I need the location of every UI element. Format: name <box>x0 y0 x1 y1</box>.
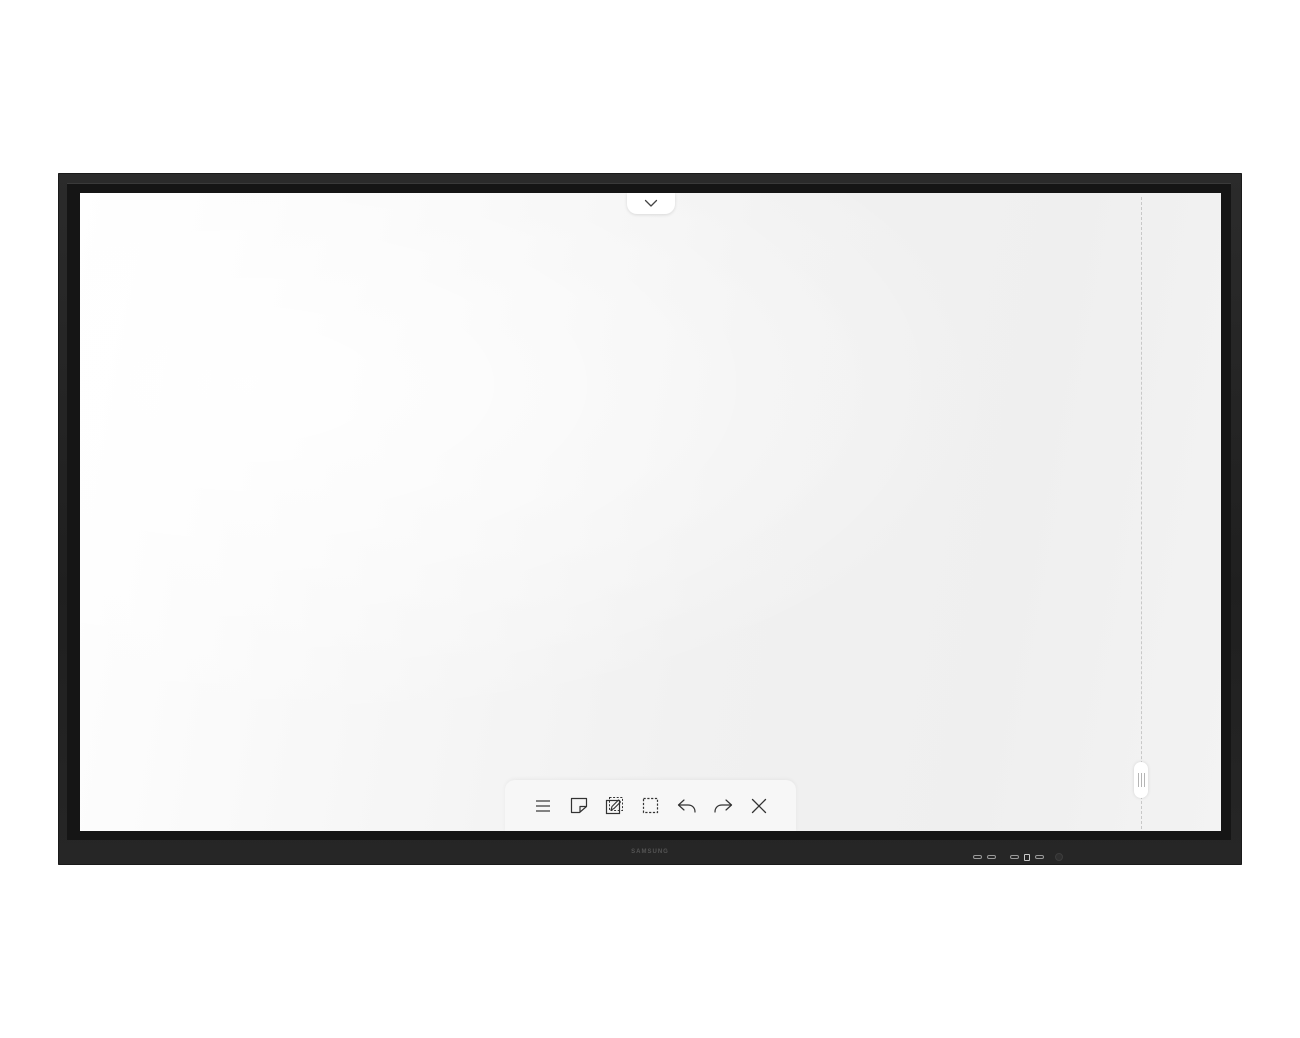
hardware-button[interactable] <box>973 855 982 859</box>
edit-page-icon <box>605 796 624 815</box>
close-icon <box>751 798 767 814</box>
bottom-toolbar <box>505 780 796 831</box>
grip-line <box>1140 773 1142 787</box>
side-panel-handle[interactable] <box>1134 762 1148 798</box>
close-button[interactable] <box>749 796 768 815</box>
undo-icon <box>677 798 697 814</box>
ambient-sensor <box>1055 853 1063 861</box>
sticky-note-icon <box>570 797 588 814</box>
grip-line <box>1137 773 1139 787</box>
redo-icon <box>713 798 733 814</box>
select-area-button[interactable] <box>641 796 660 815</box>
stage: SAMSUNG <box>0 0 1300 1038</box>
power-button[interactable] <box>1024 853 1030 861</box>
top-panel-toggle-button[interactable] <box>627 193 675 214</box>
redo-button[interactable] <box>713 796 732 815</box>
hardware-button[interactable] <box>987 855 996 859</box>
brand-logo: SAMSUNG <box>631 849 669 855</box>
menu-button[interactable] <box>533 796 552 815</box>
edit-page-button[interactable] <box>605 796 624 815</box>
side-panel-divider <box>1141 197 1142 829</box>
hardware-button[interactable] <box>1010 855 1019 859</box>
undo-button[interactable] <box>677 796 696 815</box>
sticky-note-button[interactable] <box>569 796 588 815</box>
chevron-down-icon <box>644 199 658 208</box>
grip-line <box>1143 773 1145 787</box>
select-area-icon <box>642 797 659 814</box>
whiteboard-canvas[interactable] <box>80 193 1221 831</box>
hardware-button[interactable] <box>1035 855 1044 859</box>
hardware-buttons <box>973 852 1063 862</box>
menu-icon <box>535 799 551 813</box>
